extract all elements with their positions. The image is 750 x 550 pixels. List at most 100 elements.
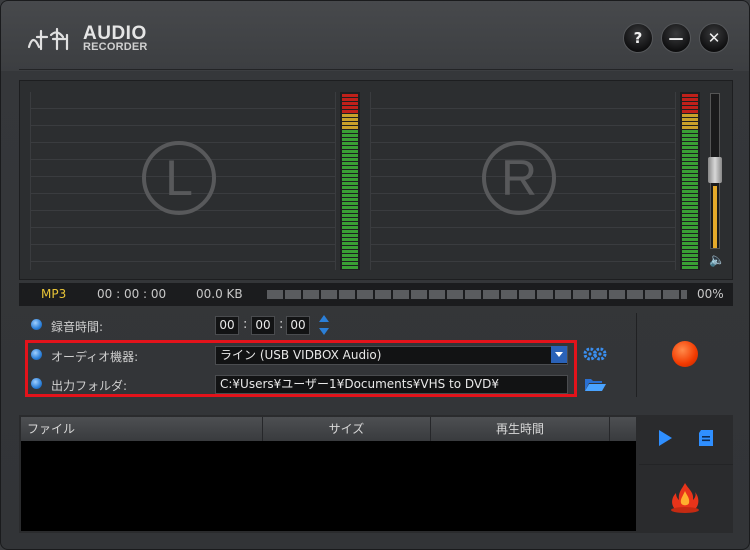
app-window: AUDIO RECORDER ? — ✕ L R 🔈 MP3 00 : 00 :… xyxy=(0,0,750,550)
file-list-header: ファイル サイズ 再生時間 xyxy=(21,417,636,441)
vu-segment xyxy=(682,122,698,125)
vu-segment xyxy=(682,214,698,217)
vu-segment xyxy=(682,238,698,241)
vu-segment xyxy=(342,242,358,245)
vu-segment xyxy=(342,210,358,213)
vu-segment xyxy=(342,202,358,205)
column-header-filler xyxy=(610,417,636,441)
column-header-duration[interactable]: 再生時間 xyxy=(431,417,610,441)
vu-segment xyxy=(682,178,698,181)
column-header-size[interactable]: サイズ xyxy=(263,417,431,441)
vu-segment xyxy=(682,98,698,101)
rec-time-colon: : xyxy=(243,317,248,332)
minimize-button[interactable]: — xyxy=(661,23,691,53)
record-icon[interactable] xyxy=(672,341,698,367)
folder-open-icon[interactable] xyxy=(584,376,607,392)
htt-logo-icon xyxy=(27,27,69,51)
vu-segment xyxy=(682,126,698,129)
flame-icon[interactable] xyxy=(669,482,701,514)
vu-segment xyxy=(342,154,358,157)
side-panel-separator xyxy=(639,464,733,465)
vu-segment xyxy=(682,166,698,169)
vu-segment xyxy=(342,162,358,165)
left-channel: L xyxy=(30,92,362,270)
vu-segment xyxy=(342,234,358,237)
vu-segment xyxy=(342,170,358,173)
vu-segment xyxy=(342,178,358,181)
volume-slider-fill xyxy=(713,186,717,248)
close-button[interactable]: ✕ xyxy=(699,23,729,53)
vu-segment xyxy=(342,230,358,233)
vu-segment xyxy=(342,134,358,137)
vu-segment xyxy=(342,246,358,249)
time-spinner-icon[interactable] xyxy=(318,314,330,336)
vu-segment xyxy=(682,210,698,213)
vu-segment xyxy=(682,250,698,253)
vu-segment xyxy=(342,126,358,129)
vu-segment xyxy=(342,206,358,209)
level-meter-panel: L R 🔈 xyxy=(19,80,733,280)
vu-segment xyxy=(682,142,698,145)
record-separator xyxy=(636,313,637,397)
vu-segment xyxy=(682,94,698,97)
document-icon[interactable] xyxy=(698,429,714,447)
vu-segment xyxy=(342,218,358,221)
gear-icon[interactable] xyxy=(583,346,607,362)
rec-time-label: 録音時間: xyxy=(51,320,104,334)
status-bar: MP3 00 : 00 : 00 00.0 KB 00% xyxy=(19,283,733,306)
title-separator xyxy=(19,69,733,70)
vu-segment xyxy=(682,102,698,105)
vu-segment xyxy=(682,206,698,209)
vu-segment xyxy=(682,218,698,221)
vu-segment xyxy=(342,190,358,193)
vu-segment xyxy=(682,230,698,233)
play-icon[interactable] xyxy=(656,429,674,447)
rec-time-hours-input[interactable]: 00 xyxy=(215,316,239,335)
app-logo: AUDIO RECORDER xyxy=(27,23,157,57)
status-elapsed-time: 00 : 00 : 00 xyxy=(97,287,167,301)
vu-segment xyxy=(682,262,698,265)
right-channel-label: R xyxy=(482,141,556,215)
vu-segment xyxy=(342,166,358,169)
rec-time-seconds-input[interactable]: 00 xyxy=(286,316,310,335)
vu-segment xyxy=(682,154,698,157)
vu-segment xyxy=(342,182,358,185)
vu-segment xyxy=(682,246,698,249)
vu-segment xyxy=(682,190,698,193)
logo-word-recorder: RECORDER xyxy=(83,41,148,53)
vu-segment xyxy=(342,118,358,121)
vu-segment xyxy=(682,150,698,153)
vu-segment xyxy=(342,174,358,177)
vu-segment xyxy=(342,122,358,125)
vu-segment xyxy=(682,226,698,229)
vu-segment xyxy=(342,222,358,225)
left-channel-label: L xyxy=(142,141,216,215)
vu-segment xyxy=(682,174,698,177)
volume-slider-handle[interactable] xyxy=(708,157,722,183)
status-progress-bar xyxy=(267,290,687,299)
rec-time-bullet-icon xyxy=(31,319,42,330)
vu-segment xyxy=(682,222,698,225)
vu-segment xyxy=(342,130,358,133)
vu-segment xyxy=(342,258,358,261)
vu-segment xyxy=(682,266,698,269)
vu-segment xyxy=(682,182,698,185)
help-button[interactable]: ? xyxy=(623,23,653,53)
vu-segment xyxy=(342,262,358,265)
vu-segment xyxy=(682,158,698,161)
column-header-file[interactable]: ファイル xyxy=(21,417,263,441)
vu-segment xyxy=(682,162,698,165)
vu-segment xyxy=(342,146,358,149)
vu-segment xyxy=(682,106,698,109)
speaker-icon[interactable]: 🔈 xyxy=(709,253,725,268)
vu-segment xyxy=(342,138,358,141)
rec-time-minutes-input[interactable]: 00 xyxy=(251,316,275,335)
vu-segment xyxy=(342,226,358,229)
vu-segment xyxy=(342,198,358,201)
vu-segment xyxy=(682,146,698,149)
vu-segment xyxy=(342,194,358,197)
vu-segment xyxy=(342,94,358,97)
vu-segment xyxy=(682,258,698,261)
vu-segment xyxy=(682,134,698,137)
file-list[interactable]: ファイル サイズ 再生時間 xyxy=(21,417,636,531)
